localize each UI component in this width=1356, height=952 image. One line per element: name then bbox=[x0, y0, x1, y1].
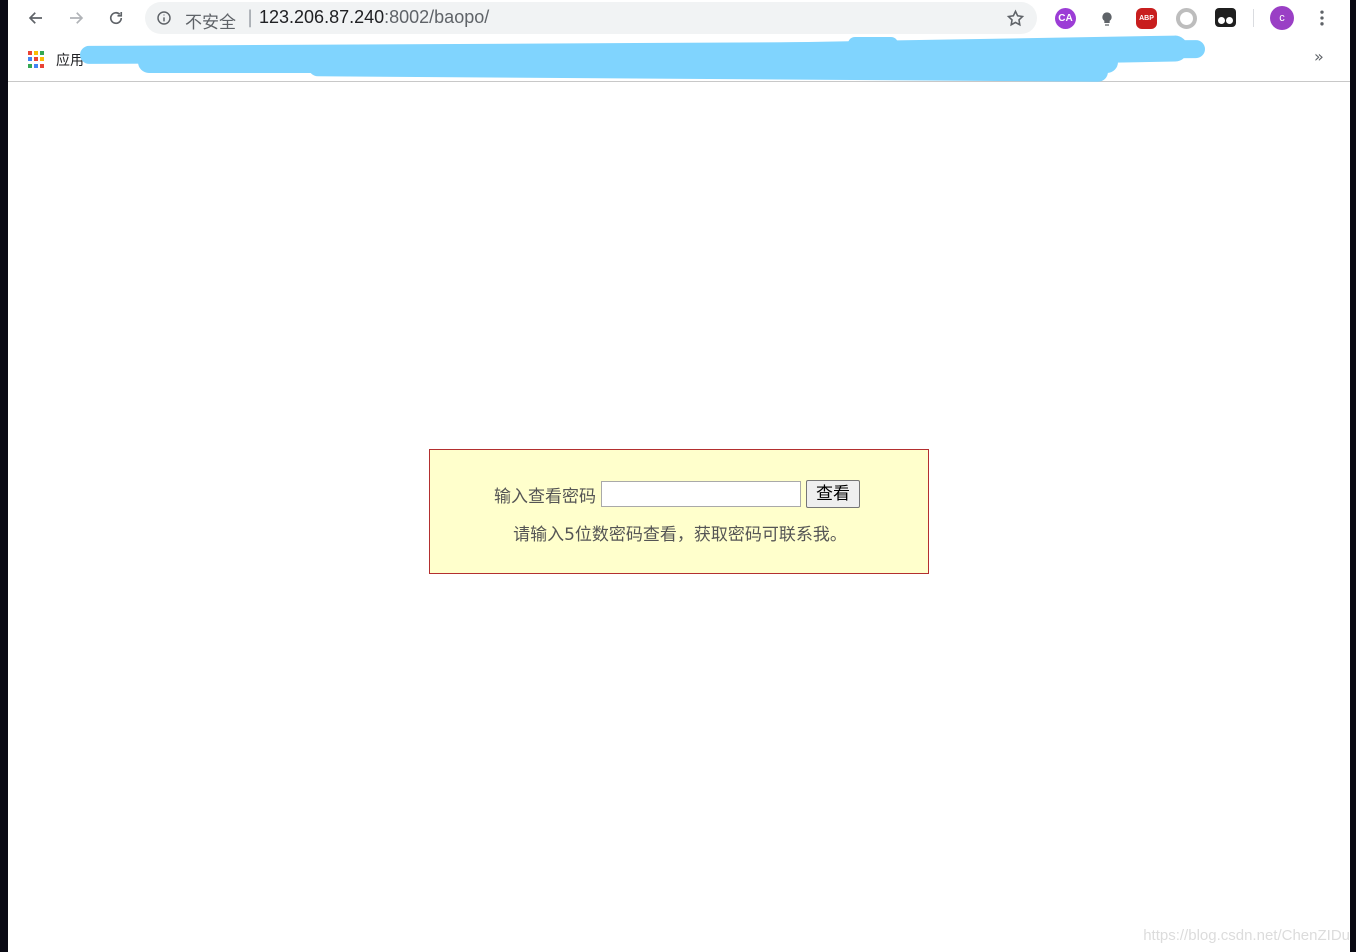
ca-extension-icon[interactable]: CA bbox=[1055, 8, 1076, 29]
forward-button[interactable] bbox=[62, 4, 90, 32]
ca-extension-label: CA bbox=[1058, 13, 1073, 24]
ring-extension-icon[interactable] bbox=[1176, 8, 1197, 29]
browser-window: 不安全 | 123.206.87.240:8002/baopo/ CA ABP … bbox=[8, 0, 1350, 952]
address-bar[interactable]: 不安全 | 123.206.87.240:8002/baopo/ bbox=[145, 2, 1037, 34]
more-bookmarks-chevron[interactable]: » bbox=[1314, 47, 1324, 66]
url-text[interactable]: 123.206.87.240:8002/baopo/ bbox=[259, 7, 489, 28]
arrow-left-icon bbox=[28, 12, 42, 24]
back-button[interactable] bbox=[22, 4, 50, 32]
adblock-plus-icon[interactable]: ABP bbox=[1136, 8, 1157, 29]
apps-grid-icon[interactable] bbox=[28, 51, 45, 68]
reload-icon bbox=[109, 11, 123, 25]
lightbulb-icon bbox=[1101, 11, 1112, 26]
lightbulb-extension-icon[interactable] bbox=[1096, 8, 1117, 29]
redaction-scribble bbox=[848, 37, 898, 51]
watermark: https://blog.csdn.net/ChenZIDu bbox=[1143, 927, 1350, 944]
kebab-menu-icon[interactable] bbox=[1312, 8, 1332, 28]
bookmarks-bar: 应用 » bbox=[8, 35, 1350, 82]
info-icon[interactable] bbox=[156, 10, 172, 26]
password-hint: 请输入5位数密码查看，获取密码可联系我。 bbox=[513, 525, 847, 545]
profile-avatar[interactable]: c bbox=[1270, 6, 1294, 30]
view-button[interactable]: 查看 bbox=[806, 480, 860, 508]
url-separator: | bbox=[247, 7, 254, 28]
redaction-scribble bbox=[767, 35, 1189, 69]
browser-toolbar: 不安全 | 123.206.87.240:8002/baopo/ CA ABP … bbox=[8, 0, 1350, 37]
avatar-initial: c bbox=[1279, 12, 1285, 24]
password-row: 输入查看密码 查看 bbox=[494, 480, 860, 508]
tampermonkey-icon[interactable] bbox=[1215, 8, 1236, 27]
url-path: :8002/baopo/ bbox=[384, 7, 490, 27]
arrow-right-icon bbox=[70, 12, 84, 24]
abp-label: ABP bbox=[1139, 15, 1154, 22]
security-label[interactable]: 不安全 bbox=[185, 8, 236, 33]
reload-button[interactable] bbox=[102, 4, 130, 32]
page-content: 输入查看密码 查看 请输入5位数密码查看，获取密码可联系我。 https://b… bbox=[8, 82, 1350, 952]
toolbar-divider bbox=[1253, 9, 1254, 27]
password-input[interactable] bbox=[601, 481, 801, 507]
password-panel: 输入查看密码 查看 请输入5位数密码查看，获取密码可联系我。 bbox=[429, 449, 929, 574]
url-host: 123.206.87.240 bbox=[259, 7, 385, 27]
star-icon[interactable] bbox=[1006, 9, 1025, 28]
password-prompt-label: 输入查看密码 bbox=[494, 486, 596, 507]
